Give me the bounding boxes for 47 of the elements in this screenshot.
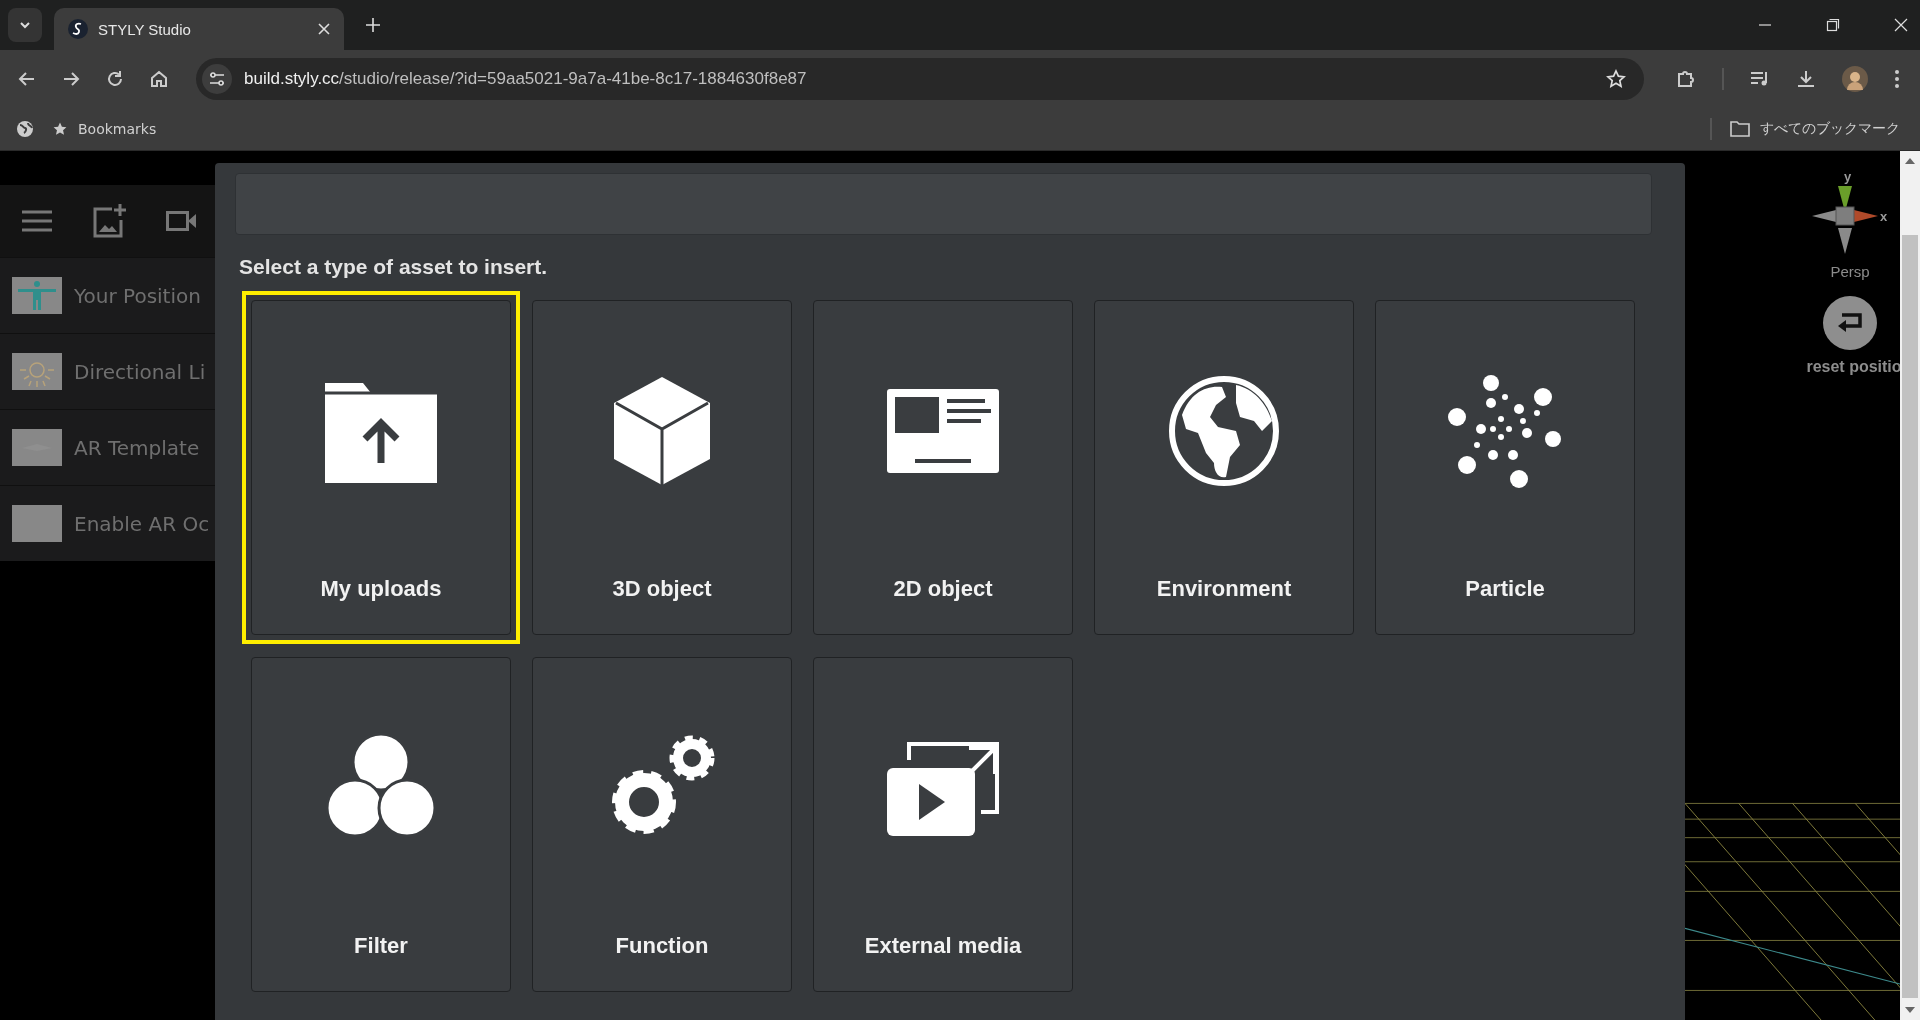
- home-icon[interactable]: [150, 70, 168, 88]
- restore-icon[interactable]: [1826, 18, 1840, 32]
- folder-icon: [1730, 121, 1750, 137]
- bookmarks-link[interactable]: Bookmarks: [52, 121, 157, 137]
- add-image-icon[interactable]: [92, 204, 126, 238]
- tab-search-button[interactable]: [8, 8, 42, 42]
- url-text: build.styly.cc/studio/release/?id=59aa5021-9a7a-41be-8c17-1884630f8e87: [244, 69, 807, 89]
- cube-icon: [612, 374, 712, 487]
- forward-icon[interactable]: [62, 70, 80, 88]
- thumbnail-icon: [12, 505, 62, 542]
- address-bar[interactable]: build.styly.cc/studio/release/?id=59aa5021-9a7a-41be-8c17-1884630f8e87: [196, 58, 1644, 100]
- download-icon[interactable]: [1796, 69, 1816, 89]
- person-icon: [12, 277, 62, 314]
- new-tab-icon[interactable]: [366, 18, 380, 32]
- reset-position-label: reset positio: [1806, 358, 1902, 376]
- site-settings-icon[interactable]: [202, 64, 232, 94]
- dots-burst-icon: [1447, 372, 1563, 489]
- light-bulb-icon: [12, 353, 62, 390]
- reload-icon[interactable]: [106, 70, 124, 88]
- return-arrow-icon: [1836, 312, 1864, 334]
- video-camera-icon[interactable]: [166, 210, 196, 232]
- star-icon: [52, 121, 68, 137]
- id-card-icon: [887, 388, 999, 473]
- bookmark-star-icon[interactable]: [1606, 69, 1626, 89]
- scroll-down-icon[interactable]: [1904, 1006, 1916, 1014]
- globe-icon: [1168, 374, 1280, 487]
- profile-avatar-icon[interactable]: [1842, 66, 1868, 92]
- site-logo-icon: [68, 19, 88, 39]
- thumbnail-icon: [12, 429, 62, 466]
- view-mode-label: Persp: [1830, 263, 1870, 280]
- menu-icon[interactable]: [22, 210, 52, 232]
- back-icon[interactable]: [18, 70, 36, 88]
- tab-title: STYLY Studio: [98, 20, 192, 38]
- asset-type-tile[interactable]: My uploads: [242, 291, 520, 644]
- media-controls-icon[interactable]: [1750, 70, 1770, 88]
- all-bookmarks-link[interactable]: すべてのブックマーク: [1730, 120, 1900, 138]
- globe-icon[interactable]: [16, 120, 34, 138]
- scrollbar[interactable]: [1900, 151, 1920, 1020]
- scroll-up-icon[interactable]: [1904, 157, 1916, 165]
- dialog-heading: Select a type of asset to insert.: [239, 255, 549, 279]
- close-icon[interactable]: [318, 23, 330, 35]
- extensions-icon[interactable]: [1676, 69, 1696, 89]
- reset-position-button[interactable]: [1823, 296, 1877, 350]
- axis-gizmo-drawing[interactable]: y x: [1810, 171, 1890, 259]
- browser-tab[interactable]: STYLY Studio: [54, 8, 344, 50]
- menu-icon[interactable]: [1894, 69, 1900, 89]
- close-icon[interactable]: [1894, 18, 1908, 32]
